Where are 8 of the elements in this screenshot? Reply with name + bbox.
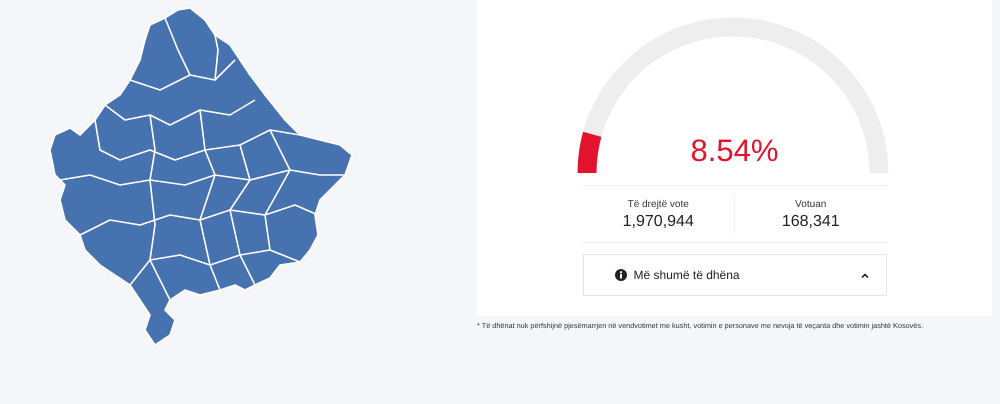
turnout-percentage: 8.54%	[690, 132, 780, 170]
info-icon	[614, 269, 626, 281]
more-data-toggle[interactable]: Më shumë të dhëna	[582, 254, 886, 296]
stat-value: 1,970,944	[622, 212, 694, 232]
stat-value: 168,341	[782, 212, 840, 232]
caret-up-icon	[860, 272, 868, 278]
stat-label: Të drejtë vote	[628, 198, 689, 212]
stat-label: Votuan	[795, 198, 826, 212]
